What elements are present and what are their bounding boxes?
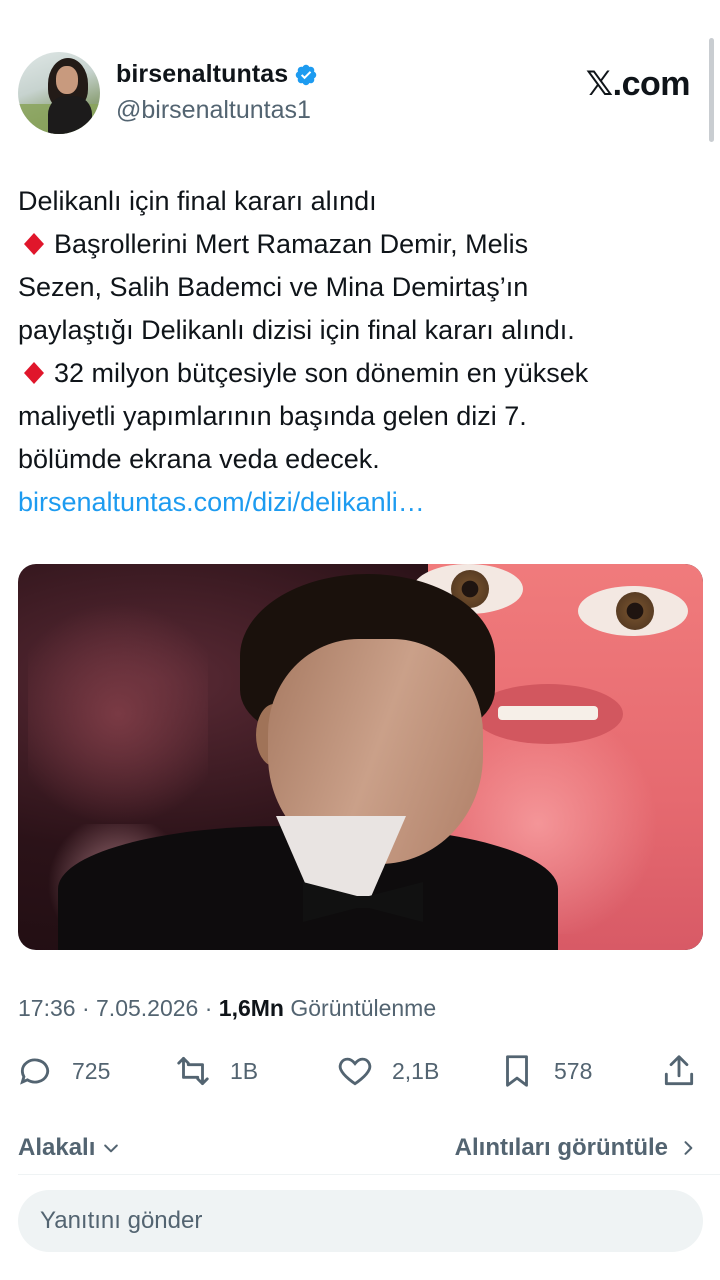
replies-controls: Alakalı Alıntıları görüntüle xyxy=(18,1130,698,1166)
repost-icon xyxy=(177,1056,209,1086)
red-diamond-icon xyxy=(24,362,44,384)
view-quotes-link[interactable]: Alıntıları görüntüle xyxy=(455,1134,698,1162)
tweet-time[interactable]: 17:36 xyxy=(18,995,76,1021)
like-count: 2,1B xyxy=(392,1057,440,1084)
reply-icon xyxy=(20,1058,50,1085)
verified-badge-icon xyxy=(296,64,317,85)
tweet-header: birsenaltuntas @birsenaltuntas1 𝕏.com xyxy=(18,52,698,136)
handle[interactable]: @birsenaltuntas1 xyxy=(116,96,311,125)
scrollbar[interactable] xyxy=(709,38,714,142)
views-count: 1,6Mn xyxy=(218,995,284,1021)
sort-label: Alakalı xyxy=(18,1134,96,1161)
chevron-down-icon xyxy=(104,1144,119,1153)
like-button[interactable]: 2,1B xyxy=(336,1052,439,1090)
bookmark-button[interactable]: 578 xyxy=(498,1052,592,1090)
reply-count: 725 xyxy=(72,1057,111,1084)
tweet-line: bölümde ekrana veda edecek. xyxy=(18,444,380,474)
reply-input[interactable]: Yanıtını gönder xyxy=(18,1190,703,1252)
tweet-line: 32 milyon bütçesiyle son dönemin en yüks… xyxy=(18,352,702,395)
tweet-text: Delikanlı için final kararı alındı Başro… xyxy=(18,180,702,524)
sort-dropdown[interactable]: Alakalı xyxy=(18,1134,121,1162)
tweet-link[interactable]: birsenaltuntas.com/dizi/delikanli… xyxy=(18,481,702,524)
display-name[interactable]: birsenaltuntas xyxy=(116,60,288,89)
action-bar: 725 1B 2,1B 578 xyxy=(16,1052,700,1096)
tweet-line: Sezen, Salih Bademci ve Mina Demirtaş’ın xyxy=(18,272,529,302)
share-icon xyxy=(664,1055,694,1086)
previous-content-edge xyxy=(0,0,720,8)
reply-button[interactable]: 725 xyxy=(16,1052,110,1090)
tweet-line: paylaştığı Delikanlı dizisi için final k… xyxy=(18,315,575,345)
tweet-date[interactable]: 7.05.2026 xyxy=(96,995,198,1021)
view-quotes-label: Alıntıları görüntüle xyxy=(454,1134,668,1161)
tweet-line: Delikanlı için final kararı alındı xyxy=(18,186,377,216)
share-button[interactable] xyxy=(660,1052,698,1090)
reply-placeholder: Yanıtını gönder xyxy=(40,1207,203,1234)
bookmark-count: 578 xyxy=(554,1057,593,1084)
views-label: Görüntülenme xyxy=(283,995,437,1021)
tweet-meta: 17:36 · 7.05.2026 · 1,6Mn Görüntülenme xyxy=(18,995,437,1021)
name-row[interactable]: birsenaltuntas xyxy=(116,60,318,89)
chevron-right-icon xyxy=(684,1141,693,1155)
repost-count: 1B xyxy=(230,1057,259,1084)
avatar[interactable] xyxy=(18,52,100,134)
tweet-line: Başrollerini Mert Ramazan Demir, Melis xyxy=(18,223,702,266)
repost-button[interactable]: 1B xyxy=(174,1052,258,1090)
red-diamond-icon xyxy=(24,233,44,255)
divider xyxy=(18,1174,720,1175)
x-brand-logo: 𝕏.com xyxy=(585,65,691,103)
tweet-media-image[interactable] xyxy=(18,564,703,950)
heart-icon xyxy=(338,1057,372,1086)
bookmark-icon xyxy=(506,1055,528,1087)
tweet-line: maliyetli yapımlarının başında gelen diz… xyxy=(18,401,527,431)
